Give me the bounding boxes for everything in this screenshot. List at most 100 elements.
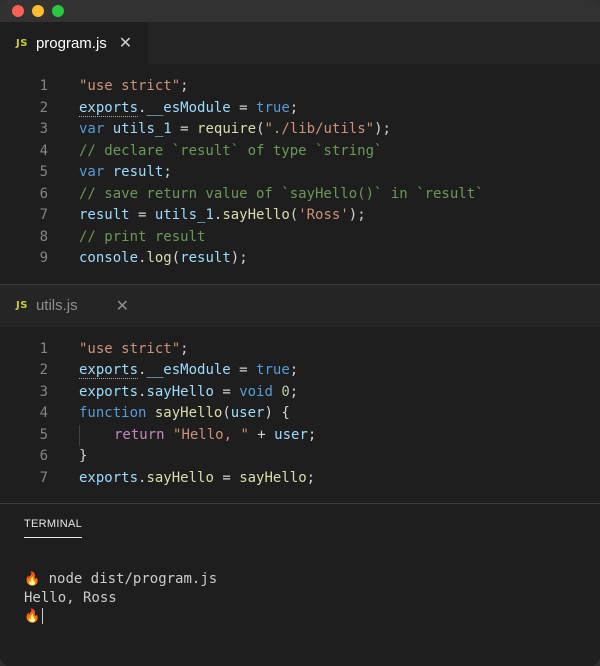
code-token: sayHello xyxy=(146,383,214,400)
line-number: 7 xyxy=(39,207,48,223)
code-token: result xyxy=(112,164,164,180)
code-line: 2 exports.__esModule = true; xyxy=(0,360,600,382)
code-token: true xyxy=(256,99,290,116)
code-token: return xyxy=(114,426,165,443)
code-token: exports xyxy=(79,362,139,379)
line-number: 1 xyxy=(39,340,48,357)
close-window-button[interactable] xyxy=(12,5,24,17)
code-token: "use strict" xyxy=(79,340,181,357)
tab-program-js[interactable]: JS program.js ✕ xyxy=(0,22,149,64)
code-line: 7 exports.sayHello = sayHello; xyxy=(0,468,600,490)
code-token: console xyxy=(79,250,139,266)
code-token: true xyxy=(256,362,290,378)
code-line: 4 // declare `result` of type `string` xyxy=(0,141,600,163)
close-icon[interactable]: ✕ xyxy=(116,297,129,314)
window-controls xyxy=(12,5,64,17)
code-token: "Hello, " xyxy=(173,426,249,443)
line-number: 5 xyxy=(39,164,48,180)
code-editor-utils[interactable]: 1 "use strict"; 2 exports.__esModule = tru… xyxy=(0,326,600,503)
line-number: 3 xyxy=(39,383,48,400)
code-token: user xyxy=(274,426,308,443)
code-token: result xyxy=(79,207,130,223)
code-line: 6 // save return value of `sayHello()` in… xyxy=(0,184,600,206)
line-number: 1 xyxy=(39,78,48,94)
code-line: 9 console.log(result); xyxy=(0,248,600,270)
code-line: 4 function sayHello(user) { xyxy=(0,403,600,425)
code-token: exports xyxy=(79,383,139,400)
line-number: 3 xyxy=(39,121,48,137)
code-line: 3 var utils_1 = require("./lib/utils"); xyxy=(0,119,600,141)
terminal-output[interactable]: 🔥 node dist/program.js Hello, Ross 🔥 xyxy=(0,570,600,626)
code-token: "./lib/utils" xyxy=(264,121,375,137)
code-editor-program[interactable]: 1 "use strict"; 2 exports.__esModule = tru… xyxy=(0,64,600,284)
code-token: function xyxy=(79,405,147,421)
code-token: 'Ross' xyxy=(298,207,349,223)
code-token: user xyxy=(230,405,265,421)
code-comment: // save return value of `sayHello()` in … xyxy=(79,185,484,202)
indent-guide xyxy=(79,424,114,446)
terminal-line: Hello, Ross xyxy=(24,589,600,607)
code-token: var xyxy=(79,164,105,180)
code-token: 0 xyxy=(281,383,290,400)
line-number: 2 xyxy=(39,99,48,116)
code-line: 6} xyxy=(0,446,600,468)
code-token: __esModule xyxy=(146,362,231,378)
line-number: 4 xyxy=(39,405,48,421)
tab-label: utils.js xyxy=(35,297,78,314)
code-line: 3 exports.sayHello = void 0; xyxy=(0,382,600,404)
tab-label: program.js xyxy=(35,34,107,52)
line-number: 5 xyxy=(39,426,48,443)
code-token: sayHello xyxy=(222,207,290,223)
text-cursor xyxy=(42,608,44,624)
code-token: require xyxy=(197,121,257,137)
code-token: result xyxy=(180,250,231,266)
terminal-line: 🔥 xyxy=(24,607,600,626)
code-comment: // declare `result` of type `string` xyxy=(79,142,383,159)
code-token: void xyxy=(239,383,273,400)
code-line: 1 "use strict"; xyxy=(0,76,600,98)
code-token: var xyxy=(79,121,105,137)
code-token: sayHello xyxy=(146,469,214,486)
maximize-window-button[interactable] xyxy=(52,5,64,17)
line-number: 2 xyxy=(39,362,48,378)
title-bar xyxy=(0,0,600,22)
tab-bar-utils: JS utils.js ✕ xyxy=(0,283,600,327)
code-token: sayHello xyxy=(239,469,307,486)
line-number: 4 xyxy=(39,142,48,159)
minimize-window-button[interactable] xyxy=(32,5,44,17)
javascript-file-icon: JS xyxy=(16,300,28,311)
tab-utils-js[interactable]: JS utils.js ✕ xyxy=(0,285,145,327)
code-token: } xyxy=(79,448,88,464)
fire-icon: 🔥 xyxy=(24,572,41,587)
tab-terminal[interactable]: TERMINAL xyxy=(24,518,83,538)
code-line: 5 return "Hello, " + user; xyxy=(0,424,600,446)
code-line: 2 exports.__esModule = true; xyxy=(0,98,600,120)
line-number: 6 xyxy=(39,448,48,464)
terminal-result: Hello, Ross xyxy=(24,590,117,606)
tab-bar-program: JS program.js ✕ xyxy=(0,22,600,64)
line-number: 9 xyxy=(39,250,48,266)
terminal-panel: TERMINAL 🔥 node dist/program.js Hello, R… xyxy=(0,503,600,649)
code-line: 7 result = utils_1.sayHello('Ross'); xyxy=(0,205,600,227)
code-token: utils_1 xyxy=(112,121,172,137)
code-comment: // print result xyxy=(79,228,206,245)
javascript-file-icon: JS xyxy=(16,37,28,49)
code-token: sayHello xyxy=(154,405,223,421)
terminal-line: 🔥 node dist/program.js xyxy=(24,570,600,589)
editor-window: JS program.js ✕ 1 "use strict"; 2 exports.… xyxy=(0,0,600,666)
code-line: 1 "use strict"; xyxy=(0,339,600,361)
code-token: utils_1 xyxy=(154,207,214,223)
terminal-command: node dist/program.js xyxy=(40,571,218,587)
code-token: __esModule xyxy=(146,99,231,116)
close-icon[interactable]: ✕ xyxy=(119,35,132,51)
line-number: 7 xyxy=(39,469,48,486)
code-token: "use strict" xyxy=(79,78,181,94)
code-token: log xyxy=(146,250,172,266)
fire-icon: 🔥 xyxy=(24,609,41,624)
code-token: exports xyxy=(79,99,139,117)
line-number: 8 xyxy=(39,228,48,245)
line-number: 6 xyxy=(39,185,48,202)
code-line: 5 var result; xyxy=(0,162,600,184)
code-token: exports xyxy=(79,469,139,486)
code-line: 8 // print result xyxy=(0,227,600,249)
